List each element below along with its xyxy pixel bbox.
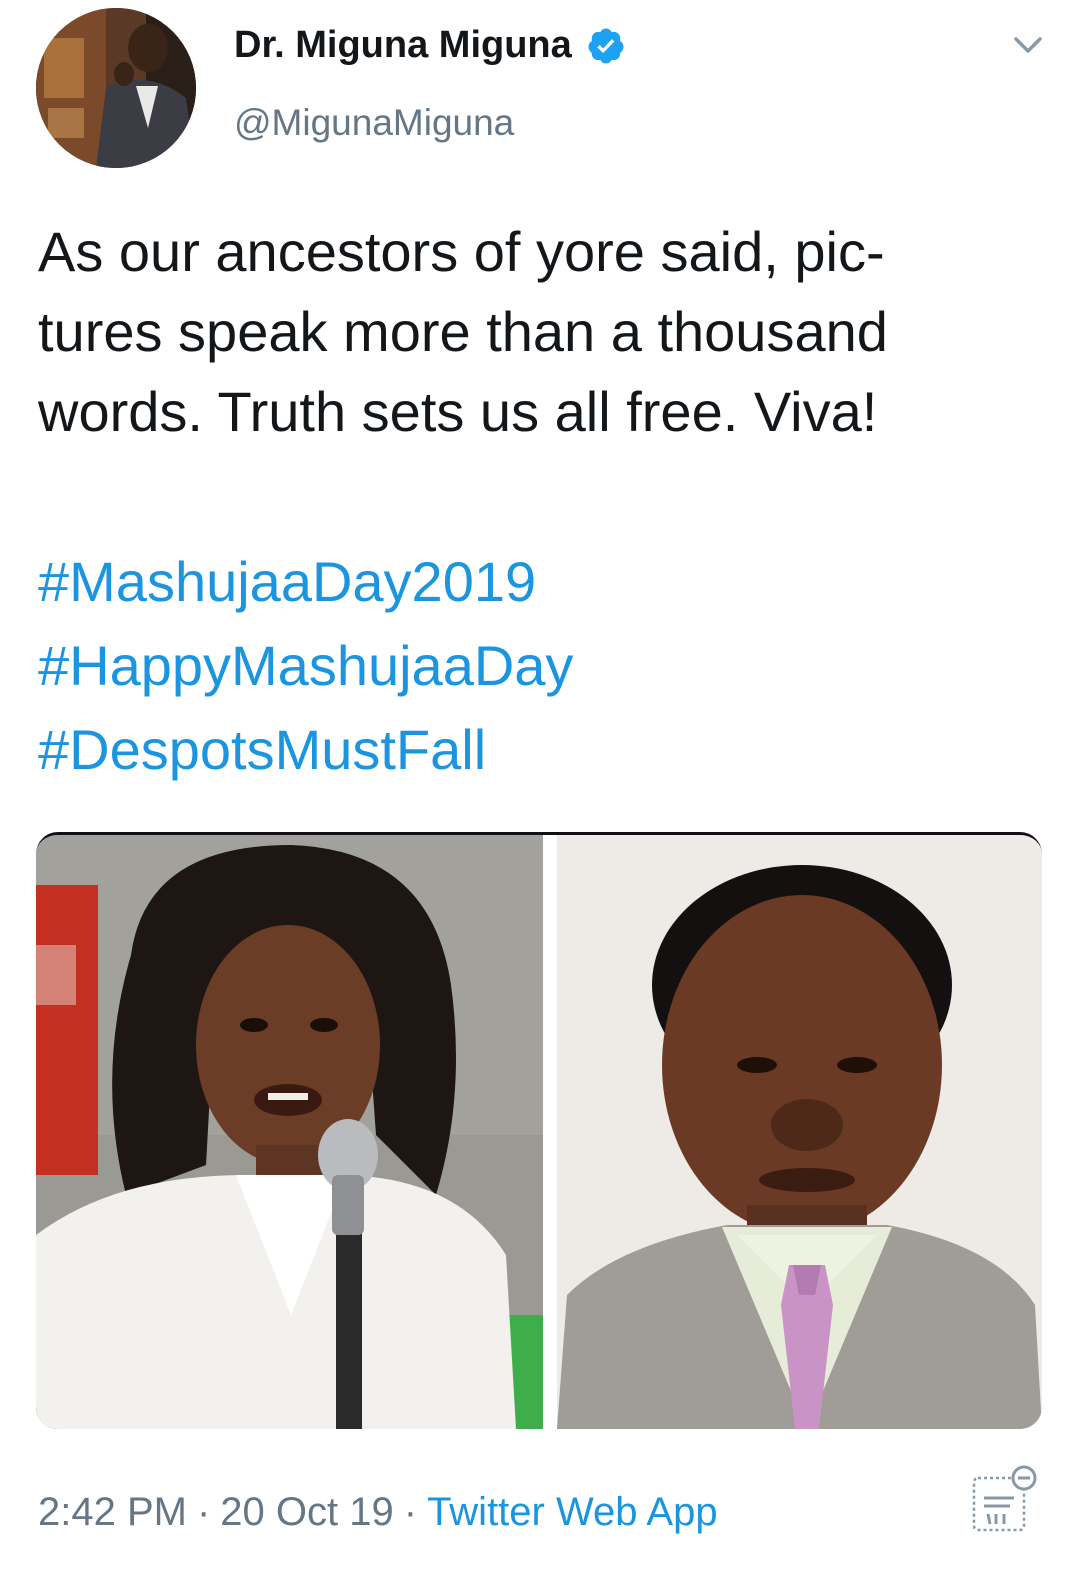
author-display-name[interactable]: Dr. Miguna Miguna bbox=[234, 24, 626, 67]
tweet-text-line: tures speak more than a thousand bbox=[38, 300, 888, 363]
display-name-text: Dr. Miguna Miguna bbox=[234, 24, 572, 66]
media-divider bbox=[543, 835, 557, 1429]
photo-woman-at-microphone bbox=[36, 835, 543, 1429]
tweet-activity-icon[interactable] bbox=[968, 1464, 1040, 1536]
tweet-text: As our ancestors of yore said, pic- ture… bbox=[38, 212, 1048, 452]
hashtag-list: #MashujaaDay2019 #HappyMashujaaDay #Desp… bbox=[38, 540, 573, 792]
hashtag-link[interactable]: #HappyMashujaaDay bbox=[38, 624, 573, 708]
tweet-timestamp-row: 2:42 PM · 20 Oct 19 · Twitter Web App bbox=[38, 1490, 718, 1535]
meta-separator: · bbox=[403, 1490, 418, 1534]
tweet-media[interactable] bbox=[36, 832, 1042, 1429]
avatar-image bbox=[36, 8, 196, 168]
tweet-text-line: As our ancestors of yore said, pic- bbox=[38, 220, 885, 283]
author-handle[interactable]: @MigunaMiguna bbox=[234, 102, 514, 144]
meta-separator: · bbox=[196, 1490, 211, 1534]
photo-man-portrait bbox=[557, 835, 1042, 1429]
chevron-down-icon[interactable] bbox=[1010, 30, 1046, 60]
tweet-date[interactable]: 20 Oct 19 bbox=[220, 1490, 393, 1534]
author-avatar[interactable] bbox=[36, 8, 196, 168]
tweet-time[interactable]: 2:42 PM bbox=[38, 1490, 187, 1534]
hashtag-link[interactable]: #DespotsMustFall bbox=[38, 708, 573, 792]
verified-badge-icon bbox=[588, 28, 624, 63]
media-photo-right[interactable] bbox=[557, 835, 1042, 1429]
tweet-text-line: words. Truth sets us all free. Viva! bbox=[38, 380, 878, 443]
tweet-card: Dr. Miguna Miguna @MigunaMiguna As our a… bbox=[0, 0, 1080, 1573]
media-photo-left[interactable] bbox=[36, 835, 543, 1429]
tweet-source-link[interactable]: Twitter Web App bbox=[427, 1490, 718, 1534]
hashtag-link[interactable]: #MashujaaDay2019 bbox=[38, 540, 573, 624]
